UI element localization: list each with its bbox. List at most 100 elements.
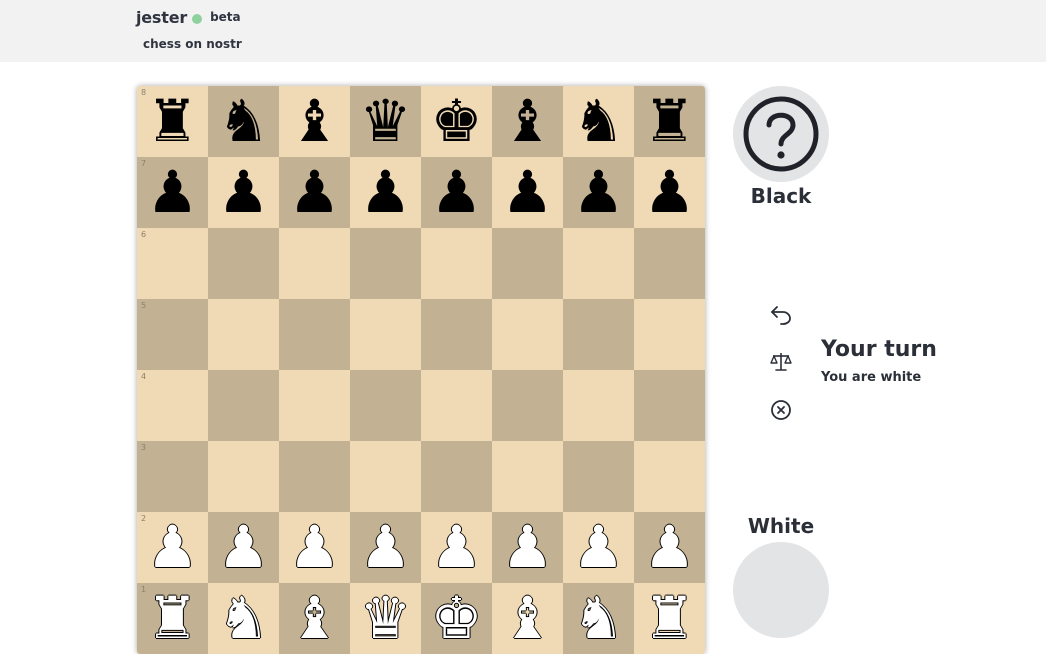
square-h1[interactable]: ♜ xyxy=(634,583,705,654)
brand[interactable]: jester beta xyxy=(136,8,241,27)
white-bishop-icon[interactable]: ♝ xyxy=(279,583,350,654)
white-pawn-icon[interactable]: ♟ xyxy=(421,512,492,583)
square-b4[interactable] xyxy=(208,370,279,441)
black-pawn-icon[interactable]: ♟ xyxy=(279,157,350,228)
white-pawn-icon[interactable]: ♟ xyxy=(137,512,208,583)
square-b3[interactable] xyxy=(208,441,279,512)
square-d1[interactable]: ♛ xyxy=(350,583,421,654)
white-pawn-icon[interactable]: ♟ xyxy=(492,512,563,583)
square-f1[interactable]: ♝ xyxy=(492,583,563,654)
square-e6[interactable] xyxy=(421,228,492,299)
square-d5[interactable] xyxy=(350,299,421,370)
square-b7[interactable]: ♟ xyxy=(208,157,279,228)
square-c3[interactable] xyxy=(279,441,350,512)
square-e5[interactable] xyxy=(421,299,492,370)
square-b8[interactable]: ♞ xyxy=(208,86,279,157)
square-a2[interactable]: 2 ♟ xyxy=(137,512,208,583)
square-c5[interactable] xyxy=(279,299,350,370)
square-b5[interactable] xyxy=(208,299,279,370)
app-name[interactable]: jester xyxy=(136,8,187,27)
black-pawn-icon[interactable]: ♟ xyxy=(634,157,705,228)
square-e4[interactable] xyxy=(421,370,492,441)
square-h5[interactable] xyxy=(634,299,705,370)
square-h6[interactable] xyxy=(634,228,705,299)
black-pawn-icon[interactable]: ♟ xyxy=(137,157,208,228)
square-a8[interactable]: 8 ♜ xyxy=(137,86,208,157)
square-e7[interactable]: ♟ xyxy=(421,157,492,228)
black-bishop-icon[interactable]: ♝ xyxy=(279,86,350,157)
square-c6[interactable] xyxy=(279,228,350,299)
white-rook-icon[interactable]: ♜ xyxy=(634,583,705,654)
white-pawn-icon[interactable]: ♟ xyxy=(350,512,421,583)
white-pawn-icon[interactable]: ♟ xyxy=(208,512,279,583)
square-e8[interactable]: ♚ xyxy=(421,86,492,157)
black-pawn-icon[interactable]: ♟ xyxy=(563,157,634,228)
white-queen-icon[interactable]: ♛ xyxy=(350,583,421,654)
square-e1[interactable]: ♚ xyxy=(421,583,492,654)
white-bishop-icon[interactable]: ♝ xyxy=(492,583,563,654)
square-f8[interactable]: ♝ xyxy=(492,86,563,157)
square-g7[interactable]: ♟ xyxy=(563,157,634,228)
square-h4[interactable] xyxy=(634,370,705,441)
square-h3[interactable] xyxy=(634,441,705,512)
black-pawn-icon[interactable]: ♟ xyxy=(208,157,279,228)
square-c2[interactable]: ♟ xyxy=(279,512,350,583)
undo-button[interactable] xyxy=(769,302,793,326)
black-knight-icon[interactable]: ♞ xyxy=(563,86,634,157)
square-a1[interactable]: 1 ♜ xyxy=(137,583,208,654)
square-f7[interactable]: ♟ xyxy=(492,157,563,228)
square-h7[interactable]: ♟ xyxy=(634,157,705,228)
square-g1[interactable]: ♞ xyxy=(563,583,634,654)
square-c8[interactable]: ♝ xyxy=(279,86,350,157)
square-d7[interactable]: ♟ xyxy=(350,157,421,228)
square-c4[interactable] xyxy=(279,370,350,441)
black-king-icon[interactable]: ♚ xyxy=(421,86,492,157)
square-d4[interactable] xyxy=(350,370,421,441)
square-d2[interactable]: ♟ xyxy=(350,512,421,583)
square-a5[interactable]: 5 xyxy=(137,299,208,370)
black-rook-icon[interactable]: ♜ xyxy=(137,86,208,157)
square-b1[interactable]: ♞ xyxy=(208,583,279,654)
square-e2[interactable]: ♟ xyxy=(421,512,492,583)
white-pawn-icon[interactable]: ♟ xyxy=(279,512,350,583)
white-pawn-icon[interactable]: ♟ xyxy=(634,512,705,583)
square-c7[interactable]: ♟ xyxy=(279,157,350,228)
square-f3[interactable] xyxy=(492,441,563,512)
square-a6[interactable]: 6 xyxy=(137,228,208,299)
square-f2[interactable]: ♟ xyxy=(492,512,563,583)
square-b2[interactable]: ♟ xyxy=(208,512,279,583)
square-g3[interactable] xyxy=(563,441,634,512)
black-bishop-icon[interactable]: ♝ xyxy=(492,86,563,157)
black-rook-icon[interactable]: ♜ xyxy=(634,86,705,157)
square-g4[interactable] xyxy=(563,370,634,441)
square-c1[interactable]: ♝ xyxy=(279,583,350,654)
offer-draw-button[interactable] xyxy=(769,350,793,374)
square-g2[interactable]: ♟ xyxy=(563,512,634,583)
square-f4[interactable] xyxy=(492,370,563,441)
square-b6[interactable] xyxy=(208,228,279,299)
resign-button[interactable] xyxy=(769,398,793,422)
black-pawn-icon[interactable]: ♟ xyxy=(492,157,563,228)
chess-board[interactable]: 8 ♜ ♞ ♝ ♛ ♚ ♝ ♞ ♜ 7 ♟ ♟ ♟ ♟ ♟ ♟ ♟ ♟ 6 5 4 3 2 ♟ ♟ ♟ ♟ ♟ ♟ ♟ ♟ 1 ♜ ♞ ♝ ♛ ♚ ♝ ♞ ♜ xyxy=(137,86,705,654)
square-e3[interactable] xyxy=(421,441,492,512)
square-a3[interactable]: 3 xyxy=(137,441,208,512)
square-g8[interactable]: ♞ xyxy=(563,86,634,157)
white-pawn-icon[interactable]: ♟ xyxy=(563,512,634,583)
square-d6[interactable] xyxy=(350,228,421,299)
square-a4[interactable]: 4 xyxy=(137,370,208,441)
square-h2[interactable]: ♟ xyxy=(634,512,705,583)
square-f5[interactable] xyxy=(492,299,563,370)
square-d3[interactable] xyxy=(350,441,421,512)
black-knight-icon[interactable]: ♞ xyxy=(208,86,279,157)
square-a7[interactable]: 7 ♟ xyxy=(137,157,208,228)
square-f6[interactable] xyxy=(492,228,563,299)
white-knight-icon[interactable]: ♞ xyxy=(208,583,279,654)
white-king-icon[interactable]: ♚ xyxy=(421,583,492,654)
white-rook-icon[interactable]: ♜ xyxy=(137,583,208,654)
black-pawn-icon[interactable]: ♟ xyxy=(350,157,421,228)
square-g6[interactable] xyxy=(563,228,634,299)
square-h8[interactable]: ♜ xyxy=(634,86,705,157)
square-d8[interactable]: ♛ xyxy=(350,86,421,157)
black-pawn-icon[interactable]: ♟ xyxy=(421,157,492,228)
square-g5[interactable] xyxy=(563,299,634,370)
